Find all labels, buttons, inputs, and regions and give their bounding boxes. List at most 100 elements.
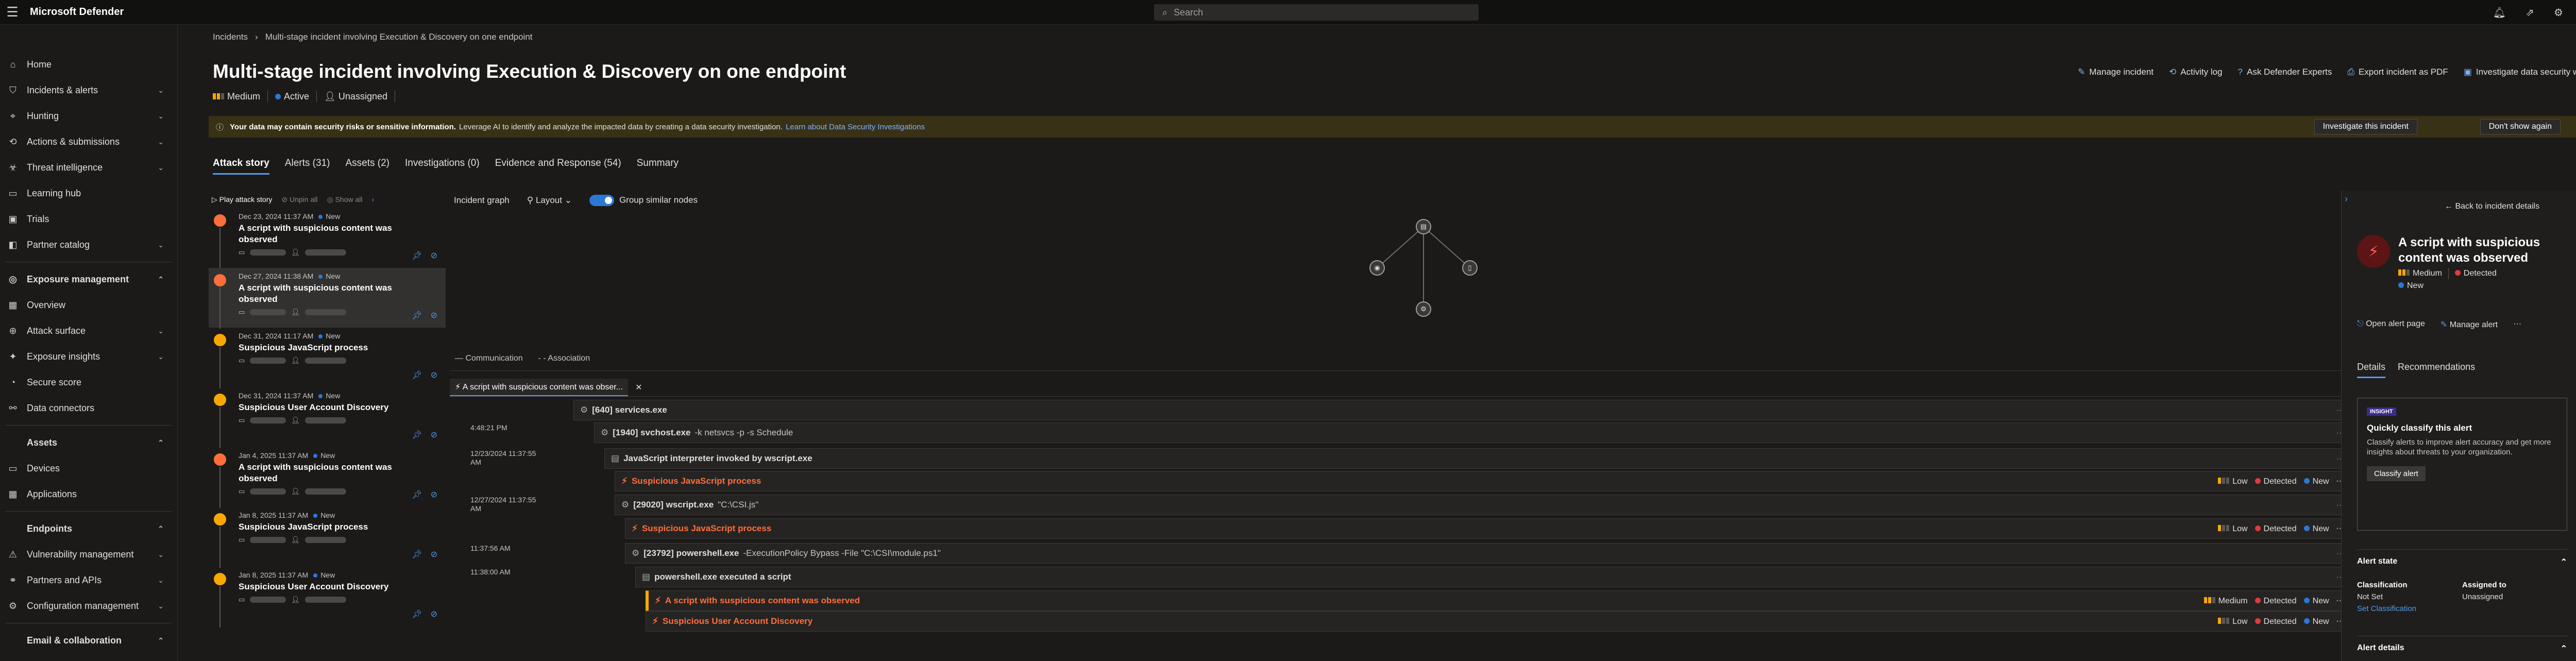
nav-trials[interactable]: ▣ Trials — [0, 206, 177, 232]
layout-dropdown[interactable]: ⚲ Layout ⌄ — [527, 195, 572, 206]
tree-row[interactable]: 12/23/2024 11:37:55 AM ▤ JavaScript interp… — [450, 448, 2382, 469]
more-icon[interactable]: ··· — [2513, 319, 2521, 330]
breadcrumb-root[interactable]: Incidents — [213, 32, 248, 42]
show-all-button[interactable]: ◎ Show all — [327, 195, 362, 204]
nav-incidents[interactable]: ⛉ Incidents & alerts ⌄ — [0, 77, 177, 103]
pin-icon[interactable]: 📌︎ — [412, 609, 422, 619]
tree-node[interactable]: ⚡︎ A script with suspicious content was o… — [646, 590, 2371, 611]
story-item[interactable]: Dec 23, 2024 11:37 AM New A script with su… — [209, 208, 446, 269]
tree-row[interactable]: ⚙[640] services.exe···⌄ — [450, 400, 2382, 420]
alert-state-header[interactable]: Alert state ⌃ — [2357, 549, 2567, 567]
pin-icon[interactable]: 📌︎ — [412, 549, 422, 560]
play-attack-story-button[interactable]: ▷ Play attack story — [212, 195, 272, 204]
chevron-down-icon[interactable]: ⌄ — [158, 112, 164, 121]
toggle-switch[interactable] — [589, 195, 614, 206]
chevron-down-icon[interactable]: ⌄ — [158, 550, 164, 559]
chevron-up-icon[interactable]: ⌃ — [158, 275, 164, 284]
dont-show-again-button[interactable]: Don't show again — [2480, 119, 2561, 134]
story-item[interactable]: Dec 31, 2024 11:37 AM New Suspicious User … — [209, 387, 446, 448]
nav-hunting[interactable]: ⌖ Hunting ⌄ — [0, 103, 177, 129]
chevron-down-icon[interactable]: ⌄ — [158, 86, 164, 95]
story-item[interactable]: Dec 31, 2024 11:17 AM New Suspicious JavaS… — [209, 328, 446, 388]
tab-alerts[interactable]: Alerts (31) — [285, 158, 330, 175]
search-box[interactable]: ⌕ Search — [1154, 4, 1479, 21]
tree-node[interactable]: ⚙ [23792] powershell.exe -ExecutionPolicy … — [625, 543, 2371, 564]
graph-node-device[interactable]: ▤ — [1416, 219, 1431, 234]
classify-alert-button[interactable]: Classify alert — [2367, 466, 2426, 481]
nav-actions[interactable]: ⟲ Actions & submissions ⌄ — [0, 129, 177, 155]
tree-node[interactable]: ⚡︎ Suspicious User Account Discovery Low De… — [646, 611, 2371, 632]
chevron-up-icon[interactable]: ⌃ — [158, 438, 164, 447]
nav-email[interactable]: Email & collaboration ⌃ — [0, 628, 177, 653]
unpin-all-button[interactable]: ⊘ Unpin all — [281, 195, 317, 204]
nav-partners-apis[interactable]: ⚭ Partners and APIs ⌄ — [0, 567, 177, 593]
nav-endpoints[interactable]: Endpoints ⌃ — [0, 516, 177, 541]
investigate-ai-button[interactable]: ▣ Investigate data security with AI — [2464, 67, 2576, 77]
chevron-up-icon[interactable]: ⌃ — [158, 636, 164, 645]
nav-partner[interactable]: ◧ Partner catalog ⌄ — [0, 232, 177, 258]
tree-row[interactable]: 12/27/2024 11:37:55 AM ⚙ [29020] wscript.e… — [450, 495, 2382, 515]
tab-attack-story[interactable]: Attack story — [213, 158, 269, 175]
tree-node[interactable]: ⚙[29020] wscript.exe"C:\CSI.js"···⌄ — [615, 495, 2371, 515]
tree-node[interactable]: ▤powershell.exe executed a script···⌄ — [635, 567, 2371, 587]
chevron-down-icon[interactable]: ⌄ — [158, 327, 164, 335]
nav-vuln-mgmt[interactable]: ⚠ Vulnerability management ⌄ — [0, 541, 177, 567]
tab-recommendations[interactable]: Recommendations — [2398, 362, 2475, 378]
nav-threat-intel[interactable]: ☣ Threat intelligence ⌄ — [0, 155, 177, 180]
tree-node[interactable]: ⚡︎ Suspicious JavaScript process Low Detect… — [625, 518, 2371, 539]
tree-row[interactable]: ⚡︎ Suspicious User Account Discovery Low De… — [450, 611, 2382, 632]
graph-node-process[interactable]: ⚙ — [1416, 301, 1431, 317]
close-icon[interactable]: ✕ — [635, 382, 642, 393]
chevron-right-icon[interactable]: › — [2345, 194, 2348, 205]
tree-row[interactable]: ⚡︎ A script with suspicious content was o… — [450, 590, 2382, 611]
tree-row[interactable]: ⚡︎ Suspicious JavaScript process Low Detect… — [450, 518, 2382, 539]
story-item[interactable]: Jan 8, 2025 11:37 AM New Suspicious JavaSc… — [209, 507, 446, 568]
tab-process-tree[interactable]: ⚡︎ A script with suspicious content was … — [450, 378, 629, 396]
pin-icon[interactable]: 📌︎ — [412, 250, 422, 261]
tree-row[interactable]: 11:37:56 AM ⚙ [23792] powershell.exe -Execu… — [450, 543, 2382, 564]
tab-details[interactable]: Details — [2357, 362, 2386, 378]
ask-experts-button[interactable]: ? Ask Defender Experts — [2238, 67, 2332, 77]
nav-devices[interactable]: ▭ Devices — [0, 455, 177, 481]
chevron-down-icon[interactable]: ⌄ — [158, 138, 164, 146]
hide-icon[interactable]: ⊘ — [431, 549, 437, 560]
nav-applications[interactable]: ▦ Applications — [0, 481, 177, 507]
hide-icon[interactable]: ⊘ — [431, 430, 437, 440]
nav-home[interactable]: ⌂ Home — [0, 52, 177, 77]
back-to-incident-link[interactable]: ← Back to incident details — [2445, 202, 2539, 211]
nav-secure-score[interactable]: ◔ Secure score — [0, 369, 177, 395]
nav-exposure-insights[interactable]: ✦ Exposure insights ⌄ — [0, 344, 177, 369]
nav-config-mgmt[interactable]: ⚙ Configuration management ⌄ — [0, 593, 177, 619]
nav-assets[interactable]: Assets ⌃ — [0, 430, 177, 455]
chevron-down-icon[interactable]: ⌄ — [158, 163, 164, 172]
tree-node[interactable]: ⚡︎ Suspicious JavaScript process Low Detect… — [615, 471, 2371, 491]
set-classification-link[interactable]: Set Classification — [2357, 604, 2462, 613]
hide-icon[interactable]: ⊘ — [431, 310, 437, 320]
chevron-down-icon[interactable]: ⌄ — [158, 241, 164, 249]
tab-assets[interactable]: Assets (2) — [345, 158, 389, 175]
investigate-incident-button[interactable]: Investigate this incident — [2314, 119, 2417, 134]
story-item[interactable]: Dec 27, 2024 11:38 AM New A script with su… — [209, 268, 446, 329]
activity-log-button[interactable]: ⟲ Activity log — [2169, 67, 2223, 77]
nav-attack-surface[interactable]: ⊕ Attack surface ⌄ — [0, 318, 177, 344]
tree-node[interactable]: ⚙[640] services.exe···⌄ — [573, 400, 2371, 420]
alert-details-header[interactable]: Alert details ⌃ — [2357, 636, 2567, 654]
manage-alert-link[interactable]: ✎ Manage alert — [2441, 319, 2498, 330]
nav-data-connectors[interactable]: ⚯ Data connectors — [0, 395, 177, 421]
chevron-down-icon[interactable]: ⌄ — [158, 602, 164, 611]
chevron-down-icon[interactable]: ⌄ — [158, 576, 164, 585]
tree-node[interactable]: ⚙ [1940] svchost.exe -k netsvcs -p -s Sche… — [594, 422, 2371, 443]
pin-icon[interactable]: 📌︎ — [412, 489, 422, 500]
tree-row[interactable]: 4:48:21 PM ⚙ [1940] svchost.exe -k netsvcs … — [450, 422, 2382, 443]
tab-evidence[interactable]: Evidence and Response (54) — [495, 158, 621, 175]
export-pdf-button[interactable]: ⎙ Export incident as PDF — [2347, 67, 2448, 77]
pin-icon[interactable]: 📌︎ — [412, 370, 422, 380]
hide-icon[interactable]: ⊘ — [431, 609, 437, 619]
share-icon[interactable]: ⇗ — [2526, 6, 2534, 19]
hide-icon[interactable]: ⊘ — [431, 250, 437, 261]
story-item[interactable]: Jan 8, 2025 11:37 AM New Suspicious User A… — [209, 567, 446, 628]
hamburger-icon[interactable]: ☰ — [0, 0, 25, 25]
manage-incident-button[interactable]: ✎ Manage incident — [2078, 67, 2154, 77]
hide-icon[interactable]: ⊘ — [431, 370, 437, 380]
tree-node[interactable]: ▤ JavaScript interpreter invoked by wscri… — [604, 448, 2371, 469]
